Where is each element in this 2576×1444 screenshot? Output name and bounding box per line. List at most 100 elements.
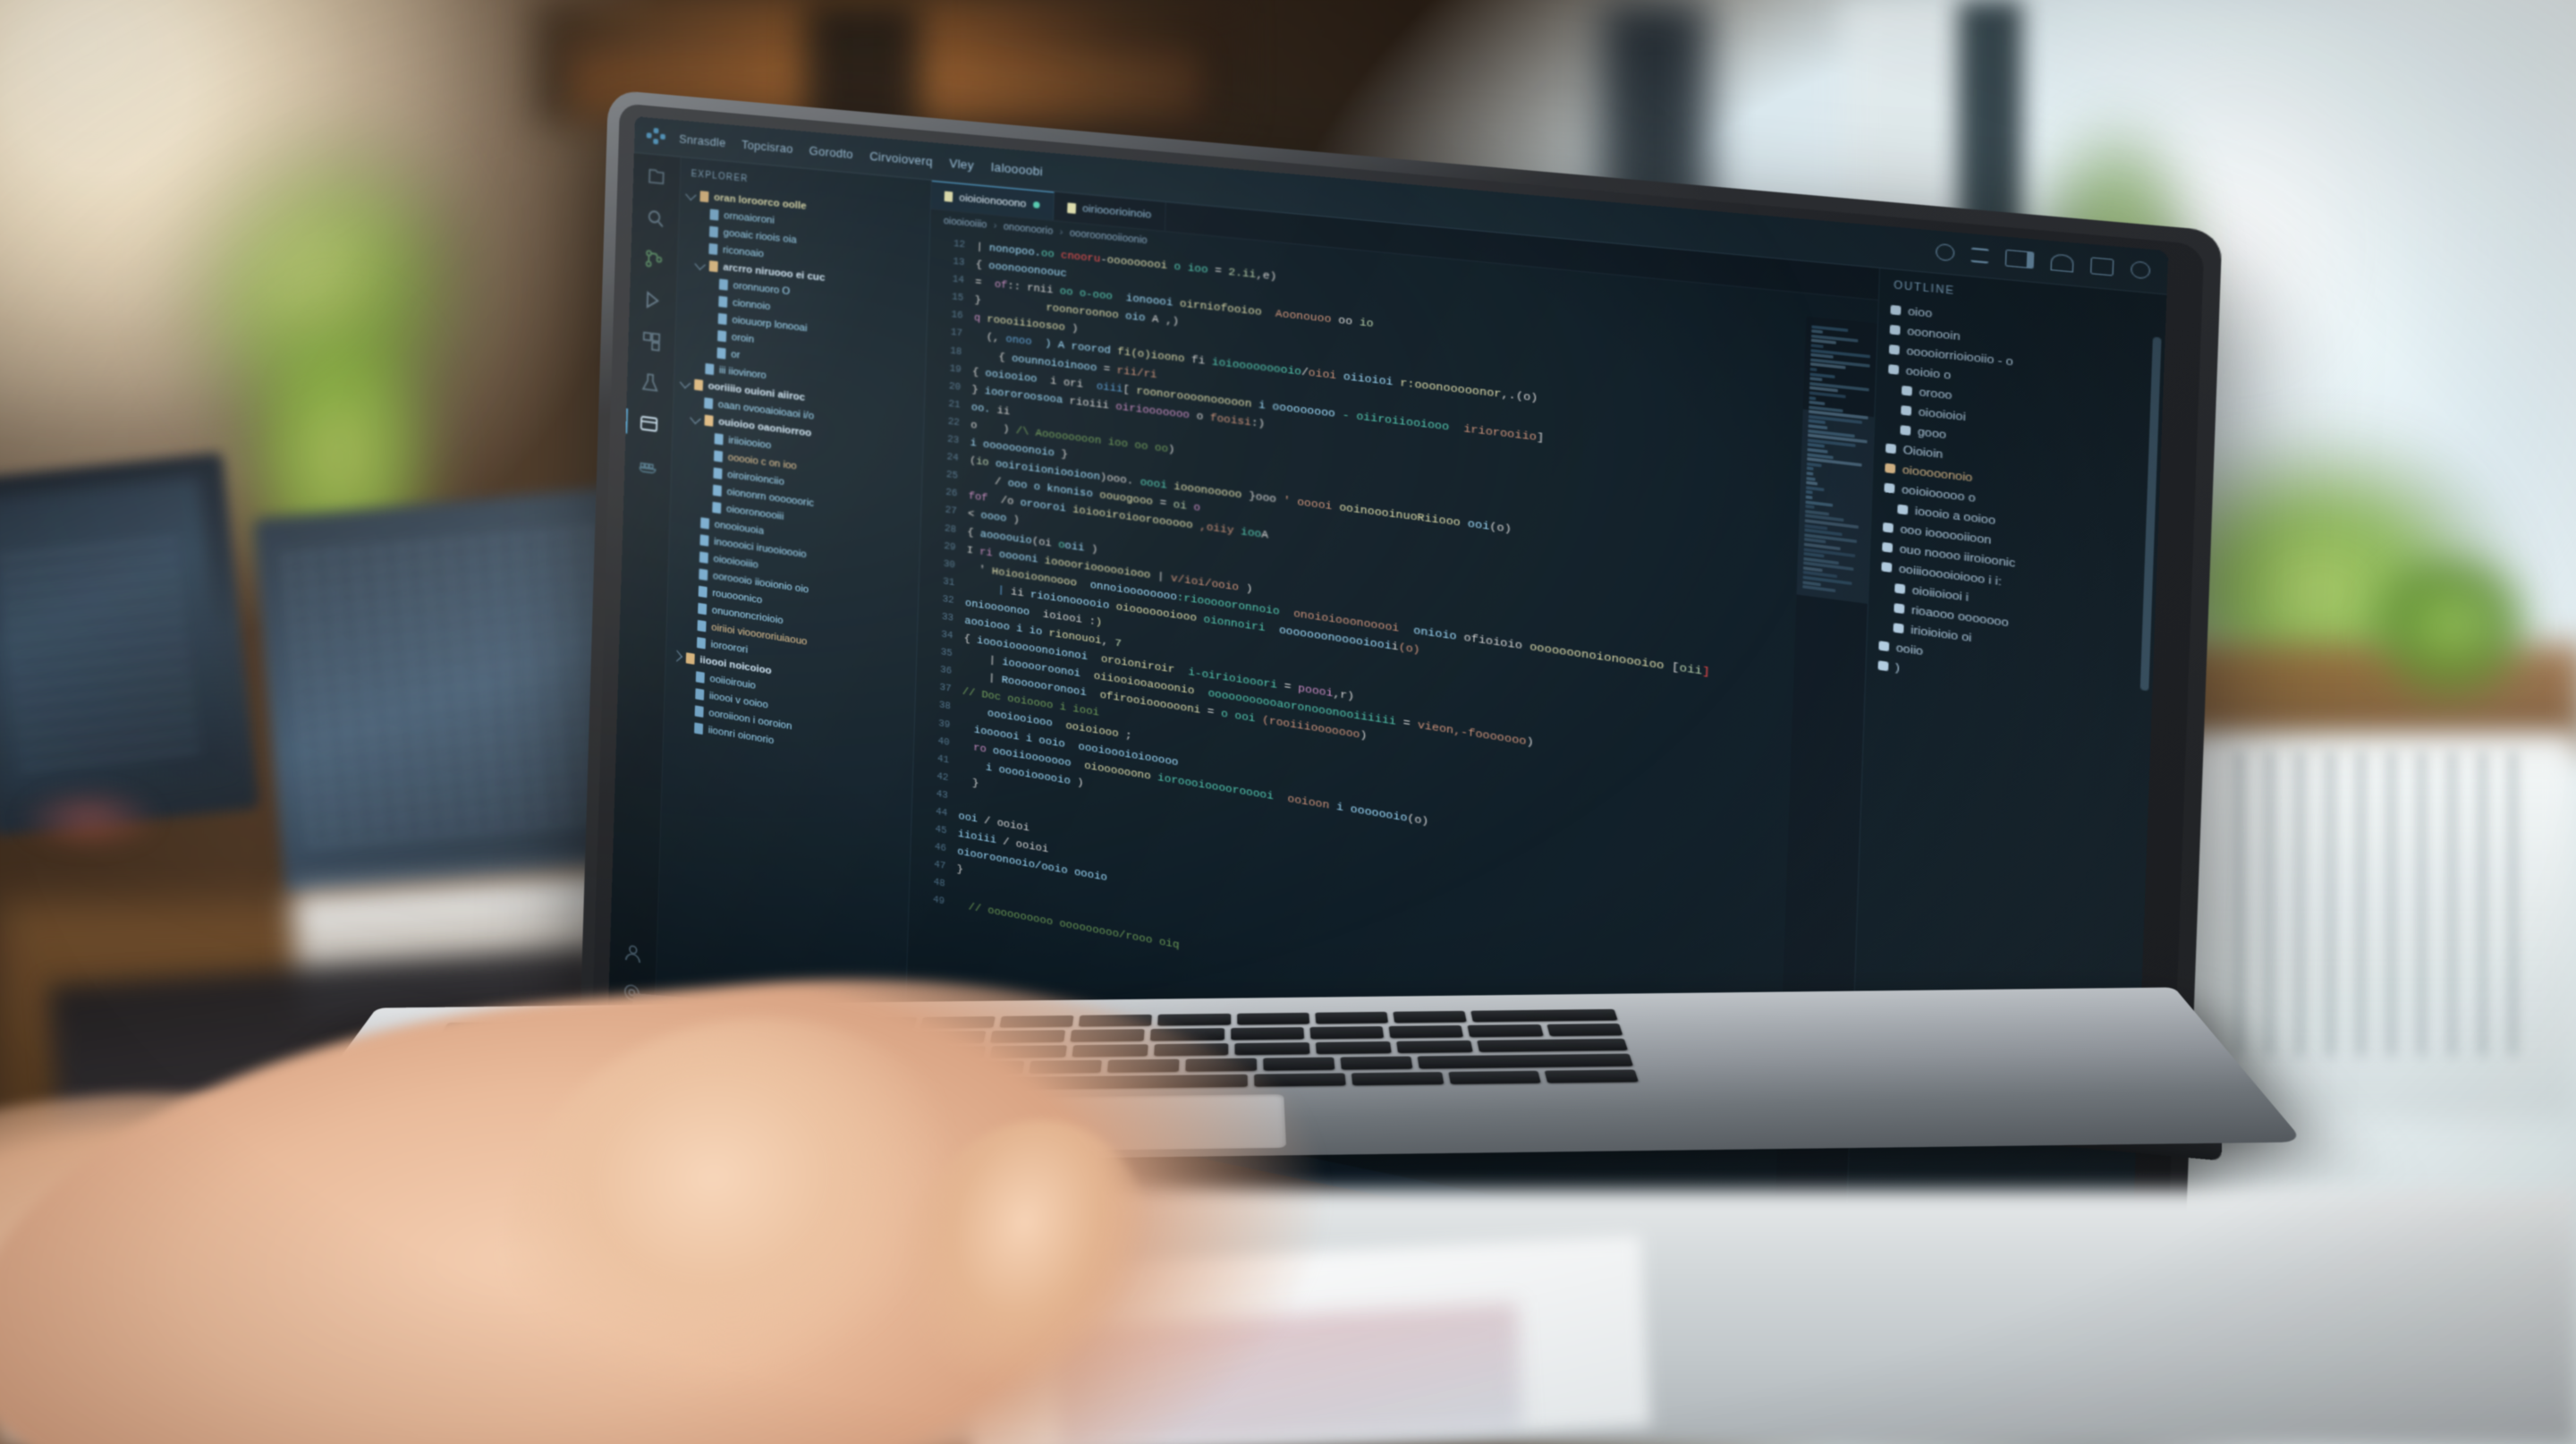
menu-item-3[interactable]: Cirvoioverq (869, 149, 933, 168)
breadcrumb-item[interactable]: oiooiooiiio (944, 216, 987, 231)
keyboard-key[interactable] (1236, 1012, 1310, 1025)
blocks-logo-icon (646, 127, 666, 145)
file-icon (695, 670, 705, 684)
code-token: } (959, 774, 979, 791)
keyboard-key[interactable] (1418, 1053, 1633, 1069)
keyboard-key[interactable] (1309, 1026, 1385, 1040)
code-token: A (1260, 528, 1269, 543)
code-token: ) (1095, 616, 1103, 630)
extensions-icon[interactable] (640, 329, 664, 353)
keyboard-key[interactable] (1476, 1038, 1629, 1053)
explorer-icon[interactable] (645, 165, 668, 188)
code-token: } (956, 863, 964, 877)
file-tree[interactable]: oran loroorco oolle ornoaioroni gooaic rio… (664, 185, 930, 773)
symbol-icon (1893, 623, 1904, 634)
outline-label: ooonooin (1907, 325, 1961, 344)
keyboard-key[interactable] (1234, 1041, 1310, 1056)
breadcrumb-item[interactable]: onoonoorio (1004, 221, 1054, 237)
outline-label: oioo (1907, 304, 1933, 320)
run-debug-icon[interactable] (641, 288, 665, 312)
settings-gear-icon[interactable] (2130, 260, 2151, 280)
outline-panel[interactable]: OUTLINE oioo ooonooin ooooiorrioiooiio - o… (1843, 268, 2167, 1327)
menu-item-5[interactable]: Ialoooobi (990, 159, 1043, 178)
file-icon (714, 449, 724, 463)
layout-grid-icon[interactable] (2089, 257, 2114, 276)
menu-item-0[interactable]: Snrasdle (679, 132, 726, 149)
code-token: , (1101, 634, 1115, 650)
keyboard-key[interactable] (1393, 1010, 1468, 1024)
tree-item-label: riconoaio (722, 243, 765, 259)
code-token: 7 (1114, 636, 1123, 650)
code-token: ooi (1460, 516, 1490, 534)
search-icon[interactable] (644, 206, 667, 230)
code-token: | (1150, 569, 1172, 585)
keyboard-key[interactable] (1546, 1024, 1623, 1037)
code-token: :) (1250, 416, 1266, 431)
code-token: of (994, 278, 1008, 293)
accounts-icon[interactable] (622, 940, 645, 966)
file-icon (717, 329, 727, 342)
code-token: nonopoo. (988, 242, 1042, 260)
code-token: ioo (1233, 524, 1262, 542)
sidebar-right-icon[interactable] (2004, 249, 2035, 269)
symbol-icon (1881, 561, 1893, 573)
code-token: ] (1701, 664, 1710, 679)
docker-icon[interactable] (636, 453, 659, 477)
symbol-icon (1884, 482, 1895, 494)
remote-explorer-icon[interactable] (638, 412, 661, 436)
panel-layout-icon[interactable] (1970, 247, 1989, 264)
keyboard-key[interactable] (1388, 1025, 1464, 1039)
folder-icon (685, 651, 695, 665)
outline-list[interactable]: oioo ooonooin ooooiorrioiooiio - o ooioio o… (1866, 299, 2165, 713)
code-token: ) (1064, 322, 1079, 336)
split-editor-icon[interactable] (1935, 242, 1955, 262)
keyboard-key[interactable] (1395, 1040, 1473, 1054)
file-icon (697, 619, 707, 632)
code-token: oooo (980, 509, 1007, 526)
breadcrumb-item[interactable]: oooroonooiioonio (1070, 227, 1148, 246)
test-beaker-icon[interactable] (639, 370, 662, 395)
code-token: ,oiiy (1192, 519, 1234, 538)
keyboard-key[interactable] (1157, 1013, 1231, 1026)
keyboard-key[interactable] (1315, 1011, 1389, 1024)
code-token: oiii (1096, 379, 1123, 395)
keyboard-key[interactable] (1470, 1008, 1618, 1023)
code-token: ii (1004, 584, 1031, 601)
keyboard-key[interactable] (1230, 1027, 1305, 1041)
keyboard-key[interactable] (1351, 1071, 1444, 1086)
explorer-panel[interactable]: EXPLORER oran loroorco oolle ornoaioroni g… (655, 157, 932, 1075)
plant-pot-right (2361, 555, 2540, 734)
code-token: ii (996, 404, 1011, 419)
keyboard-key[interactable] (1467, 1024, 1544, 1038)
code-token: ) (1084, 541, 1098, 556)
file-icon (694, 704, 704, 718)
keyboard-key[interactable] (1263, 1057, 1335, 1071)
source-control-icon[interactable] (642, 247, 665, 271)
file-icon (699, 533, 709, 547)
filter-icon[interactable] (2050, 253, 2074, 273)
code-token: rii/ri (1116, 364, 1157, 381)
keyboard-key[interactable] (1447, 1070, 1542, 1084)
menu-item-2[interactable]: Gorodto (809, 143, 853, 161)
menu-item-1[interactable]: Topcisrao (741, 137, 793, 155)
sun-flare (0, 0, 537, 412)
titlebar-actions[interactable] (1935, 242, 2151, 280)
menu-item-4[interactable]: Vley (949, 156, 974, 172)
keyboard-key[interactable] (1544, 1069, 1639, 1083)
code-token: oooi (1132, 475, 1167, 493)
tree-item-label: cionnoio (732, 296, 771, 312)
minimap-slider[interactable] (1796, 409, 1875, 604)
outline-label: ooiio (1895, 641, 1924, 658)
code-token: [ (1664, 658, 1680, 675)
keyboard-key[interactable] (1340, 1056, 1413, 1070)
code-token: < (967, 507, 981, 522)
tree-item-label: oroin (731, 331, 755, 345)
unsaved-dot[interactable] (1032, 200, 1040, 209)
keyboard-key[interactable] (1315, 1041, 1392, 1055)
code-token: io (975, 455, 989, 470)
